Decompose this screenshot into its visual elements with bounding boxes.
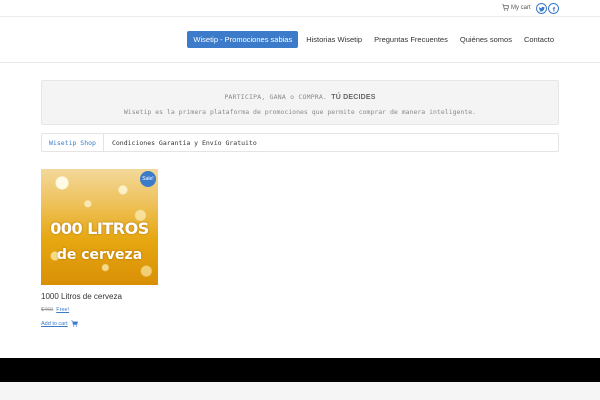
product-card: 000 LITROS de cerveza Sale! 1000 Litros …: [41, 169, 158, 327]
product-image-text-line1: 000 LITROS: [50, 219, 149, 238]
cart-icon: [70, 320, 78, 327]
my-cart-link[interactable]: My cart: [502, 4, 531, 11]
product-price: $460 Free!: [41, 307, 158, 313]
promo-banner: PARTICIPA, GANA o COMPRA. TÚ DECIDES Wis…: [41, 80, 559, 125]
cart-icon: [502, 4, 509, 11]
nav-item-historias[interactable]: Historias Wisetip: [300, 31, 368, 48]
breadcrumb-current: Condiciones Garantía y Envío Gratuito: [111, 138, 257, 147]
sale-badge: Sale!: [140, 171, 156, 187]
footer-bar: [0, 358, 600, 382]
facebook-icon: [552, 6, 555, 12]
add-to-cart-label: Add to cart: [41, 320, 68, 327]
main-navbar: Wisetip - Promociones sabias Historias W…: [0, 17, 600, 63]
top-bar: My cart: [0, 0, 600, 17]
my-cart-label: My cart: [511, 4, 531, 11]
promo-tagline-text: PARTICIPA, GANA o COMPRA.: [224, 93, 328, 101]
footer-bottom: [0, 382, 600, 400]
promo-tagline: PARTICIPA, GANA o COMPRA. TÚ DECIDES: [42, 93, 558, 101]
promo-tagline-bold: TÚ DECIDES: [331, 94, 376, 101]
twitter-button[interactable]: [536, 3, 547, 14]
new-price[interactable]: Free!: [56, 307, 69, 313]
promo-description: Wisetip es la primera plataforma de prom…: [123, 108, 477, 116]
old-price: $460: [41, 307, 54, 313]
nav-item-contacto[interactable]: Contacto: [518, 31, 560, 48]
nav-item-promociones[interactable]: Wisetip - Promociones sabias: [187, 31, 299, 48]
nav-item-preguntas[interactable]: Preguntas Frecuentes: [368, 31, 454, 48]
product-image-text-line2: de cerveza: [56, 247, 143, 263]
product-image[interactable]: 000 LITROS de cerveza Sale!: [41, 169, 158, 285]
breadcrumb: Wisetip Shop Condiciones Garantía y Enví…: [41, 133, 559, 152]
add-to-cart-button[interactable]: Add to cart: [41, 320, 158, 327]
twitter-icon: [538, 6, 545, 12]
facebook-button[interactable]: [548, 3, 559, 14]
main-nav: Wisetip - Promociones sabias Historias W…: [187, 31, 560, 48]
breadcrumb-shop-link[interactable]: Wisetip Shop: [42, 134, 104, 151]
product-title[interactable]: 1000 Litros de cerveza: [41, 292, 158, 301]
nav-item-quienes-somos[interactable]: Quiénes somos: [454, 31, 518, 48]
